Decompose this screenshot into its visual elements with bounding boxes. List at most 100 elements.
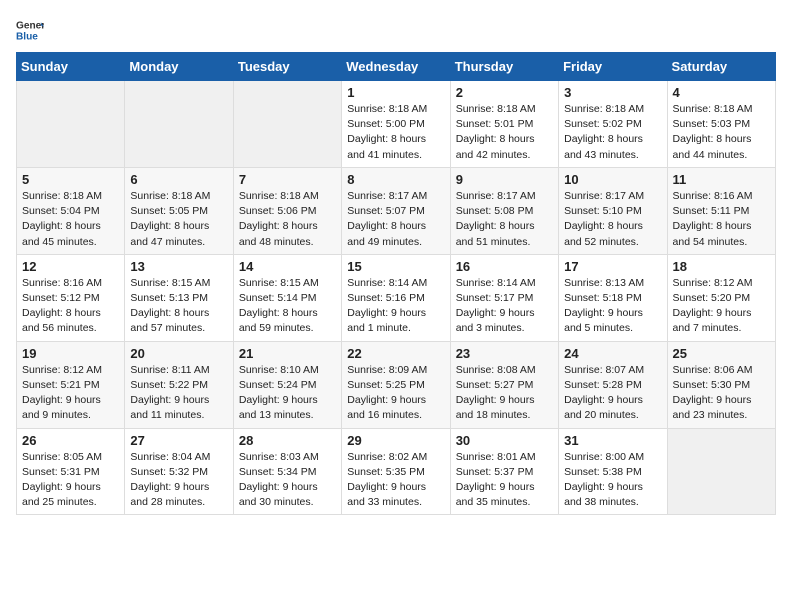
day-number: 28 — [239, 433, 336, 448]
day-number: 23 — [456, 346, 553, 361]
day-number: 10 — [564, 172, 661, 187]
day-info: Sunrise: 8:17 AMSunset: 5:07 PMDaylight:… — [347, 189, 444, 250]
day-number: 7 — [239, 172, 336, 187]
calendar-header-row: SundayMondayTuesdayWednesdayThursdayFrid… — [17, 53, 776, 81]
day-number: 17 — [564, 259, 661, 274]
calendar-day-cell: 11 Sunrise: 8:16 AMSunset: 5:11 PMDayligh… — [667, 167, 775, 254]
day-number: 3 — [564, 85, 661, 100]
calendar-day-cell: 6 Sunrise: 8:18 AMSunset: 5:05 PMDaylight… — [125, 167, 233, 254]
day-info: Sunrise: 8:18 AMSunset: 5:01 PMDaylight:… — [456, 102, 553, 163]
day-info: Sunrise: 8:18 AMSunset: 5:03 PMDaylight:… — [673, 102, 770, 163]
calendar-day-cell: 7Sunrise: 8:18 AMSunset: 5:06 PMDaylight… — [233, 167, 341, 254]
day-info: Sunrise: 8:11 AMSunset: 5:22 PMDaylight:… — [130, 363, 227, 424]
page-header: General Blue — [16, 16, 776, 44]
day-info: Sunrise: 8:16 AMSunset: 5:12 PMDaylight:… — [22, 276, 119, 337]
day-info: Sunrise: 8:18 AMSunset: 5:05 PMDaylight:… — [130, 189, 227, 250]
calendar-day-cell: 8 Sunrise: 8:17 AMSunset: 5:07 PMDaylight… — [342, 167, 450, 254]
calendar-day-cell — [17, 81, 125, 168]
day-number: 4 — [673, 85, 770, 100]
calendar-day-cell: 13 Sunrise: 8:15 AMSunset: 5:13 PMDayligh… — [125, 254, 233, 341]
day-info: Sunrise: 8:08 AMSunset: 5:27 PMDaylight:… — [456, 363, 553, 424]
day-number: 29 — [347, 433, 444, 448]
calendar-week-row: 19 Sunrise: 8:12 AMSunset: 5:21 PMDayligh… — [17, 341, 776, 428]
day-number: 20 — [130, 346, 227, 361]
calendar-day-cell: 20 Sunrise: 8:11 AMSunset: 5:22 PMDayligh… — [125, 341, 233, 428]
calendar-day-cell: 15Sunrise: 8:14 AMSunset: 5:16 PMDayligh… — [342, 254, 450, 341]
day-number: 30 — [456, 433, 553, 448]
calendar-week-row: 26Sunrise: 8:05 AMSunset: 5:31 PMDayligh… — [17, 428, 776, 515]
calendar-day-cell: 27 Sunrise: 8:04 AMSunset: 5:32 PMDayligh… — [125, 428, 233, 515]
calendar-day-cell: 26Sunrise: 8:05 AMSunset: 5:31 PMDayligh… — [17, 428, 125, 515]
logo: General Blue — [16, 16, 48, 44]
day-info: Sunrise: 8:01 AMSunset: 5:37 PMDaylight:… — [456, 450, 553, 511]
calendar-day-cell — [125, 81, 233, 168]
day-number: 25 — [673, 346, 770, 361]
day-of-week-header: Sunday — [17, 53, 125, 81]
day-of-week-header: Monday — [125, 53, 233, 81]
calendar-day-cell: 3 Sunrise: 8:18 AMSunset: 5:02 PMDaylight… — [559, 81, 667, 168]
day-number: 21 — [239, 346, 336, 361]
calendar-day-cell: 16Sunrise: 8:14 AMSunset: 5:17 PMDayligh… — [450, 254, 558, 341]
day-number: 12 — [22, 259, 119, 274]
day-number: 31 — [564, 433, 661, 448]
day-number: 22 — [347, 346, 444, 361]
day-number: 8 — [347, 172, 444, 187]
day-info: Sunrise: 8:13 AMSunset: 5:18 PMDaylight:… — [564, 276, 661, 337]
day-info: Sunrise: 8:18 AMSunset: 5:02 PMDaylight:… — [564, 102, 661, 163]
day-info: Sunrise: 8:09 AMSunset: 5:25 PMDaylight:… — [347, 363, 444, 424]
calendar-day-cell: 30 Sunrise: 8:01 AMSunset: 5:37 PMDayligh… — [450, 428, 558, 515]
day-of-week-header: Saturday — [667, 53, 775, 81]
calendar-day-cell: 4 Sunrise: 8:18 AMSunset: 5:03 PMDaylight… — [667, 81, 775, 168]
day-info: Sunrise: 8:10 AMSunset: 5:24 PMDaylight:… — [239, 363, 336, 424]
day-number: 27 — [130, 433, 227, 448]
day-number: 6 — [130, 172, 227, 187]
svg-text:Blue: Blue — [16, 31, 38, 42]
calendar-day-cell: 5Sunrise: 8:18 AMSunset: 5:04 PMDaylight… — [17, 167, 125, 254]
calendar-week-row: 1 Sunrise: 8:18 AMSunset: 5:00 PMDaylight… — [17, 81, 776, 168]
calendar-day-cell: 22 Sunrise: 8:09 AMSunset: 5:25 PMDayligh… — [342, 341, 450, 428]
day-info: Sunrise: 8:17 AMSunset: 5:08 PMDaylight:… — [456, 189, 553, 250]
calendar-day-cell: 23 Sunrise: 8:08 AMSunset: 5:27 PMDayligh… — [450, 341, 558, 428]
day-number: 2 — [456, 85, 553, 100]
day-of-week-header: Wednesday — [342, 53, 450, 81]
calendar-day-cell: 25 Sunrise: 8:06 AMSunset: 5:30 PMDayligh… — [667, 341, 775, 428]
calendar-day-cell: 10 Sunrise: 8:17 AMSunset: 5:10 PMDayligh… — [559, 167, 667, 254]
day-number: 19 — [22, 346, 119, 361]
day-number: 14 — [239, 259, 336, 274]
day-info: Sunrise: 8:18 AMSunset: 5:00 PMDaylight:… — [347, 102, 444, 163]
calendar-day-cell: 31 Sunrise: 8:00 AMSunset: 5:38 PMDayligh… — [559, 428, 667, 515]
day-number: 18 — [673, 259, 770, 274]
day-number: 9 — [456, 172, 553, 187]
day-info: Sunrise: 8:07 AMSunset: 5:28 PMDaylight:… — [564, 363, 661, 424]
day-info: Sunrise: 8:15 AMSunset: 5:14 PMDaylight:… — [239, 276, 336, 337]
day-number: 1 — [347, 85, 444, 100]
day-of-week-header: Friday — [559, 53, 667, 81]
day-info: Sunrise: 8:15 AMSunset: 5:13 PMDaylight:… — [130, 276, 227, 337]
day-number: 11 — [673, 172, 770, 187]
day-number: 13 — [130, 259, 227, 274]
day-info: Sunrise: 8:04 AMSunset: 5:32 PMDaylight:… — [130, 450, 227, 511]
day-info: Sunrise: 8:18 AMSunset: 5:04 PMDaylight:… — [22, 189, 119, 250]
calendar-day-cell: 1 Sunrise: 8:18 AMSunset: 5:00 PMDaylight… — [342, 81, 450, 168]
calendar-day-cell: 17 Sunrise: 8:13 AMSunset: 5:18 PMDayligh… — [559, 254, 667, 341]
day-info: Sunrise: 8:03 AMSunset: 5:34 PMDaylight:… — [239, 450, 336, 511]
day-of-week-header: Tuesday — [233, 53, 341, 81]
day-info: Sunrise: 8:12 AMSunset: 5:20 PMDaylight:… — [673, 276, 770, 337]
day-number: 24 — [564, 346, 661, 361]
day-info: Sunrise: 8:12 AMSunset: 5:21 PMDaylight:… — [22, 363, 119, 424]
calendar-day-cell: 19 Sunrise: 8:12 AMSunset: 5:21 PMDayligh… — [17, 341, 125, 428]
calendar-day-cell: 2 Sunrise: 8:18 AMSunset: 5:01 PMDaylight… — [450, 81, 558, 168]
day-info: Sunrise: 8:14 AMSunset: 5:16 PMDaylight:… — [347, 276, 444, 337]
calendar-day-cell: 18 Sunrise: 8:12 AMSunset: 5:20 PMDayligh… — [667, 254, 775, 341]
calendar-day-cell: 24 Sunrise: 8:07 AMSunset: 5:28 PMDayligh… — [559, 341, 667, 428]
day-info: Sunrise: 8:00 AMSunset: 5:38 PMDaylight:… — [564, 450, 661, 511]
day-info: Sunrise: 8:02 AMSunset: 5:35 PMDaylight:… — [347, 450, 444, 511]
calendar-week-row: 12 Sunrise: 8:16 AMSunset: 5:12 PMDayligh… — [17, 254, 776, 341]
day-info: Sunrise: 8:16 AMSunset: 5:11 PMDaylight:… — [673, 189, 770, 250]
day-info: Sunrise: 8:06 AMSunset: 5:30 PMDaylight:… — [673, 363, 770, 424]
day-info: Sunrise: 8:17 AMSunset: 5:10 PMDaylight:… — [564, 189, 661, 250]
calendar-day-cell — [233, 81, 341, 168]
calendar-day-cell: 12 Sunrise: 8:16 AMSunset: 5:12 PMDayligh… — [17, 254, 125, 341]
day-number: 16 — [456, 259, 553, 274]
calendar-day-cell: 9 Sunrise: 8:17 AMSunset: 5:08 PMDaylight… — [450, 167, 558, 254]
